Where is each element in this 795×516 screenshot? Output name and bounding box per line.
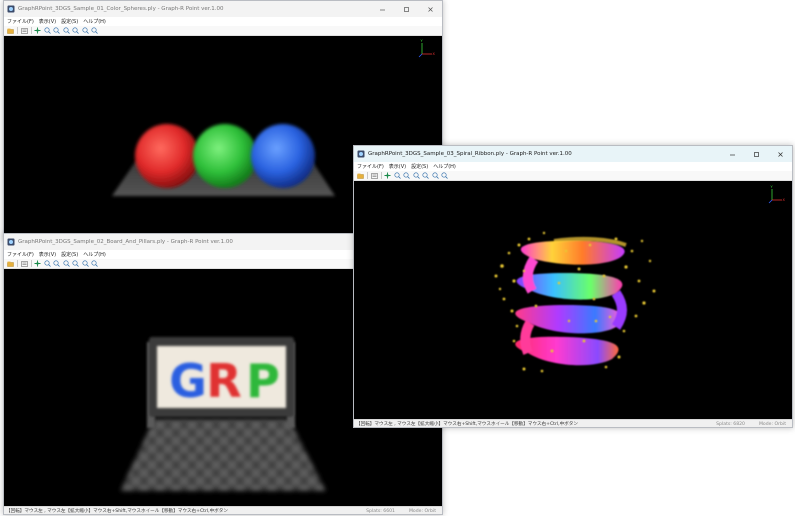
- axis-y-label: Y: [771, 185, 774, 189]
- app-icon: [357, 150, 365, 158]
- zoom-fit-icon[interactable]: [62, 27, 71, 35]
- axis-gizmo: Y X: [418, 39, 436, 58]
- axis-gizmo: Y X: [768, 185, 786, 204]
- window-spiral-ribbon[interactable]: GraphRPoint_3DGS_Sample_03_Spiral_Ribbon…: [353, 145, 793, 428]
- zoom-out-icon[interactable]: [52, 260, 61, 268]
- status-hint: 【回転】マウス左 , マウス左【拡大縮小】マウス右+Shift,マウスホイール【…: [6, 509, 228, 514]
- red-sphere: [135, 124, 199, 188]
- axis-y-label: Y: [421, 39, 424, 43]
- window-title: GraphRPoint_3DGS_Sample_02_Board_And_Pil…: [18, 239, 233, 245]
- move-icon[interactable]: [33, 27, 42, 35]
- green-sphere: [193, 124, 257, 188]
- status-bar: 【回転】マウス左 , マウス左【拡大縮小】マウス右+Shift,マウスホイール【…: [354, 419, 792, 427]
- menu-view[interactable]: 表示(V): [39, 18, 56, 25]
- zoom-in-icon[interactable]: [43, 260, 52, 268]
- menu-view[interactable]: 表示(V): [39, 251, 56, 258]
- 3d-viewport[interactable]: Y X: [354, 181, 792, 419]
- open-icon[interactable]: [6, 260, 15, 268]
- toolbar: [4, 26, 442, 36]
- menu-help[interactable]: ヘルプ(H): [433, 163, 456, 170]
- app-icon: [7, 238, 15, 246]
- open-icon[interactable]: [6, 27, 15, 35]
- menu-settings[interactable]: 設定(S): [411, 163, 428, 170]
- zoom-out-icon[interactable]: [402, 172, 411, 180]
- axis-x-label: X: [433, 52, 436, 56]
- menu-help[interactable]: ヘルプ(H): [83, 251, 106, 258]
- mode-indicator: Mode: Orbit: [758, 422, 786, 427]
- menu-file[interactable]: ファイル(F): [357, 163, 384, 170]
- zoom-window-icon[interactable]: [440, 172, 449, 180]
- status-bar: 【回転】マウス左 , マウス左【拡大縮小】マウス右+Shift,マウスホイール【…: [4, 506, 442, 514]
- blue-sphere: [251, 124, 315, 188]
- board-letter-g: G: [169, 354, 207, 408]
- title-bar[interactable]: GraphRPoint_3DGS_Sample_01_Color_Spheres…: [4, 1, 442, 17]
- board-letter-p: P: [246, 354, 280, 408]
- list-icon[interactable]: [20, 260, 29, 268]
- menu-bar: ファイル(F) 表示(V) 設定(S) ヘルプ(H): [354, 162, 792, 171]
- move-icon[interactable]: [33, 260, 42, 268]
- zoom-fit-icon[interactable]: [62, 260, 71, 268]
- zoom-window-icon[interactable]: [90, 27, 99, 35]
- move-icon[interactable]: [383, 172, 392, 180]
- maximize-button[interactable]: [394, 1, 418, 17]
- minimize-button[interactable]: [370, 1, 394, 17]
- menu-file[interactable]: ファイル(F): [7, 18, 34, 25]
- zoom-reset-icon[interactable]: [81, 260, 90, 268]
- zoom-in-icon[interactable]: [393, 172, 402, 180]
- checker-floor: [120, 419, 326, 491]
- zoom-reset-icon[interactable]: [431, 172, 440, 180]
- mode-indicator: Mode: Orbit: [408, 509, 436, 514]
- open-icon[interactable]: [356, 172, 365, 180]
- board-letter-r: R: [206, 354, 241, 408]
- window-title: GraphRPoint_3DGS_Sample_03_Spiral_Ribbon…: [368, 151, 572, 157]
- window-title: GraphRPoint_3DGS_Sample_01_Color_Spheres…: [18, 6, 224, 12]
- minimize-button[interactable]: [720, 146, 744, 162]
- status-hint: 【回転】マウス左 , マウス左【拡大縮小】マウス右+Shift,マウスホイール【…: [356, 422, 578, 427]
- toolbar: [354, 171, 792, 181]
- menu-view[interactable]: 表示(V): [389, 163, 406, 170]
- menu-file[interactable]: ファイル(F): [7, 251, 34, 258]
- zoom-fit-icon[interactable]: [412, 172, 421, 180]
- zoom-in-icon[interactable]: [43, 27, 52, 35]
- list-icon[interactable]: [20, 27, 29, 35]
- menu-settings[interactable]: 設定(S): [61, 18, 78, 25]
- axis-x-label: X: [783, 198, 786, 202]
- title-bar[interactable]: GraphRPoint_3DGS_Sample_03_Spiral_Ribbon…: [354, 146, 792, 162]
- menu-help[interactable]: ヘルプ(H): [83, 18, 106, 25]
- splat-count: Splats: 6601: [366, 509, 395, 514]
- app-icon: [7, 5, 15, 13]
- spiral-scene: [494, 231, 656, 373]
- zoom-reset-icon[interactable]: [81, 27, 90, 35]
- zoom-region-icon[interactable]: [421, 172, 430, 180]
- menu-bar: ファイル(F) 表示(V) 設定(S) ヘルプ(H): [4, 17, 442, 26]
- spiral-ribbon: [515, 236, 627, 366]
- menu-settings[interactable]: 設定(S): [61, 251, 78, 258]
- zoom-window-icon[interactable]: [90, 260, 99, 268]
- zoom-region-icon[interactable]: [71, 260, 80, 268]
- zoom-region-icon[interactable]: [71, 27, 80, 35]
- zoom-out-icon[interactable]: [52, 27, 61, 35]
- close-button[interactable]: [768, 146, 792, 162]
- close-button[interactable]: [418, 1, 442, 17]
- maximize-button[interactable]: [744, 146, 768, 162]
- list-icon[interactable]: [370, 172, 379, 180]
- splat-count: Splats: 6820: [716, 422, 745, 427]
